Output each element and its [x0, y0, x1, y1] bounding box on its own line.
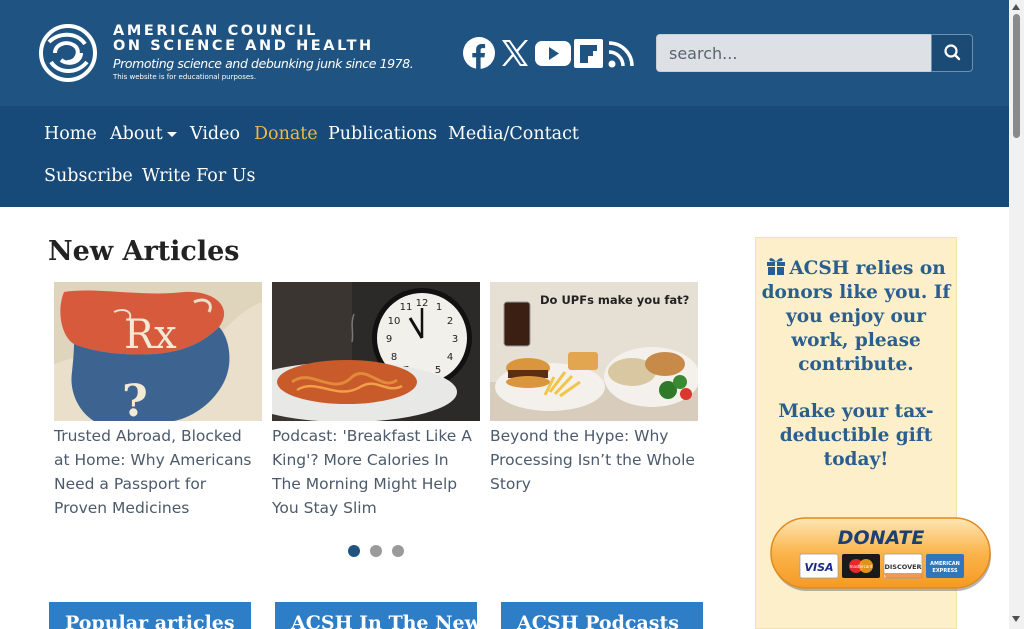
scrollbar-thumb[interactable] [1013, 14, 1020, 138]
nav-write-for-us[interactable]: Write For Us [142, 166, 256, 186]
svg-text:VISA: VISA [804, 561, 833, 574]
facebook-icon[interactable] [463, 37, 495, 69]
svg-text:8: 8 [391, 352, 397, 363]
svg-text:2: 2 [447, 316, 453, 327]
article-title[interactable]: Trusted Abroad, Blocked at Home: Why Ame… [54, 424, 262, 520]
nav-donate[interactable]: Donate [254, 124, 318, 144]
tab-acsh-in-the-news[interactable]: ACSH In The News [275, 602, 477, 629]
svg-text:12: 12 [416, 298, 429, 309]
svg-text:AMERICAN: AMERICAN [930, 561, 960, 567]
article-thumbnail-upf[interactable]: Do UPFs make you fat? [490, 282, 698, 421]
nav-about-label: About [110, 124, 163, 144]
site-header: AMERICAN COUNCIL ON SCIENCE AND HEALTH P… [0, 0, 1009, 106]
svg-text:3: 3 [452, 334, 458, 345]
svg-text:mastercard: mastercard [850, 564, 873, 569]
visa-card-icon: VISA [799, 553, 839, 579]
svg-text:4: 4 [447, 352, 453, 363]
flipboard-icon[interactable] [574, 37, 604, 69]
svg-text:EXPRESS: EXPRESS [932, 568, 958, 574]
logo-subline: This website is for educational purposes… [113, 73, 257, 81]
article-thumbnail-clock-spaghetti[interactable]: 12369 1245 781011 [272, 282, 480, 421]
nav-media-contact[interactable]: Media/Contact [448, 124, 579, 144]
scroll-down-arrow-icon[interactable] [1012, 616, 1020, 622]
svg-text:9: 9 [386, 334, 392, 345]
nav-video[interactable]: Video [190, 124, 240, 144]
article-title[interactable]: Podcast: 'Breakfast Like A King'? More C… [272, 424, 480, 520]
svg-text:10: 10 [388, 316, 401, 327]
tab-acsh-podcasts[interactable]: ACSH Podcasts [501, 602, 703, 629]
discover-card-icon: DISCOVER [883, 553, 923, 579]
carousel-dot[interactable] [348, 545, 360, 557]
tab-popular-articles[interactable]: Popular articles [49, 602, 251, 629]
main-nav: Home About Video Donate Publications Med… [0, 106, 1009, 207]
youtube-icon[interactable] [535, 37, 571, 69]
article-title[interactable]: Beyond the Hype: Why Processing Isn’t th… [490, 424, 698, 496]
svg-text:DISCOVER: DISCOVER [884, 563, 921, 571]
nav-home[interactable]: Home [44, 124, 97, 144]
nav-publications[interactable]: Publications [328, 124, 437, 144]
section-title: New Articles [48, 236, 240, 267]
article-card[interactable]: Rx ? Trusted Abroad, Blocked at Home: Wh… [54, 282, 262, 520]
donate-message-text: ACSH relies on donors like you. If you e… [761, 258, 951, 375]
article-card[interactable]: 12369 1245 781011 Podcast: 'Breakfast Li… [272, 282, 480, 520]
logo-tagline: Promoting science and debunking junk sin… [113, 56, 414, 71]
image-caption-upf: Do UPFs make you fat? [540, 293, 689, 307]
logo-title-line2: ON SCIENCE AND HEALTH [113, 38, 374, 54]
question-mark: ? [122, 376, 148, 421]
rss-icon[interactable] [607, 37, 637, 69]
donate-message: ACSH relies on donors like you. If you e… [756, 256, 956, 377]
donate-button[interactable]: DONATE VISA mastercard DISCOVER AMERICAN… [770, 517, 993, 595]
mastercard-card-icon: mastercard [842, 554, 880, 578]
search-button[interactable] [931, 34, 973, 72]
nav-about[interactable]: About [110, 124, 177, 144]
rx-symbol: Rx [124, 312, 177, 358]
scroll-up-arrow-icon[interactable] [1012, 4, 1020, 10]
svg-text:1: 1 [436, 302, 442, 313]
logo-title-line1: AMERICAN COUNCIL [113, 23, 318, 39]
donate-button-label: DONATE [838, 527, 925, 549]
article-thumbnail-map[interactable]: Rx ? [54, 282, 262, 421]
donate-message-2: Make your tax-deductible gift today! [778, 401, 934, 470]
carousel-dot[interactable] [370, 545, 382, 557]
gift-icon [767, 258, 786, 275]
amex-card-icon: AMERICAN EXPRESS [926, 554, 964, 578]
search-input[interactable] [657, 35, 931, 71]
carousel-dot[interactable] [392, 545, 404, 557]
search-field[interactable] [656, 34, 932, 72]
svg-text:11: 11 [400, 302, 413, 313]
site-logo[interactable]: AMERICAN COUNCIL ON SCIENCE AND HEALTH P… [37, 22, 414, 84]
chevron-down-icon [166, 132, 177, 137]
nav-subscribe[interactable]: Subscribe [44, 166, 133, 186]
search-icon [944, 44, 961, 61]
logo-mark-icon [39, 24, 97, 82]
x-icon[interactable] [500, 37, 530, 69]
vertical-scrollbar[interactable] [1009, 0, 1024, 629]
article-card[interactable]: Do UPFs make you fat? Beyond the Hype: W… [490, 282, 698, 496]
